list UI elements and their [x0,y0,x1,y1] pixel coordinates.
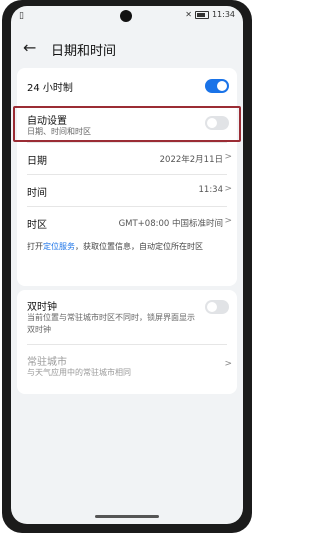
chevron-right-icon: > [224,152,232,162]
toggle-dual-clock[interactable] [205,300,229,314]
row-dual-clock[interactable]: 双时钟 当前位置与常驻城市时区不同时，锁屏界面显示双时钟 [17,290,237,344]
gesture-bar[interactable] [95,515,159,518]
page-title: 日期和时间 [51,44,117,59]
location-hint: 打开定位服务，获取位置信息，自动定位所在时区 [27,240,231,254]
label-dual-clock: 双时钟 [27,302,57,313]
status-time: 11:34 [211,10,235,19]
chevron-right-icon: > [224,359,232,369]
label-timezone: 时区 [27,220,47,231]
chevron-right-icon: > [224,216,232,226]
value-date: 2022年2月11日 [159,155,223,165]
row-24h[interactable]: 24 小时制 [17,68,237,104]
battery-icon [194,10,209,19]
status-right: ✕ 11:34 [185,10,235,19]
status-bar: ▯ ✕ 11:34 [11,6,243,28]
mute-icon: ✕ [185,10,192,19]
hint-suffix: ，获取位置信息，自动定位所在时区 [75,242,203,251]
front-camera [120,10,132,22]
location-service-link[interactable]: 定位服务 [43,242,75,251]
row-timezone[interactable]: 时区 GMT+08:00 中国标准时间 > [17,207,237,238]
toggle-24h[interactable] [205,79,229,93]
label-time: 时间 [27,188,47,199]
row-date[interactable]: 日期 2022年2月11日 > [17,143,237,174]
label-date: 日期 [27,156,47,167]
value-timezone: GMT+08:00 中国标准时间 [118,219,223,229]
row-resident-city[interactable]: 常驻城市 与天气应用中的常驻城市相同 > [17,345,237,389]
label-resident-city: 常驻城市 [27,357,67,368]
toggle-knob [207,302,217,312]
sub-dual-clock: 当前位置与常驻城市时区不同时，锁屏界面显示双时钟 [27,313,195,334]
hint-prefix: 打开 [27,242,43,251]
arrow-left-icon[interactable]: ← [23,38,36,57]
dual-clock-card: 双时钟 当前位置与常驻城市时区不同时，锁屏界面显示双时钟 常驻城市 与天气应用中… [17,290,237,394]
highlight-box [13,106,241,142]
value-time: 11:34 [198,185,224,195]
chevron-right-icon: > [224,184,232,194]
header: ← 日期和时间 [11,28,243,68]
sim-icon: ▯ [19,11,24,21]
row-time[interactable]: 时间 11:34 > [17,175,237,206]
screen: ▯ ✕ 11:34 ← 日期和时间 24 小时制 自动设置 日期、时间和时区 日… [11,6,243,524]
phone-frame: ▯ ✕ 11:34 ← 日期和时间 24 小时制 自动设置 日期、时间和时区 日… [2,0,252,533]
settings-card: 24 小时制 自动设置 日期、时间和时区 日期 2022年2月11日 > 时间 … [17,68,237,286]
toggle-knob [217,81,227,91]
sub-resident-city: 与天气应用中的常驻城市相同 [27,368,131,377]
label-24h: 24 小时制 [27,83,73,94]
